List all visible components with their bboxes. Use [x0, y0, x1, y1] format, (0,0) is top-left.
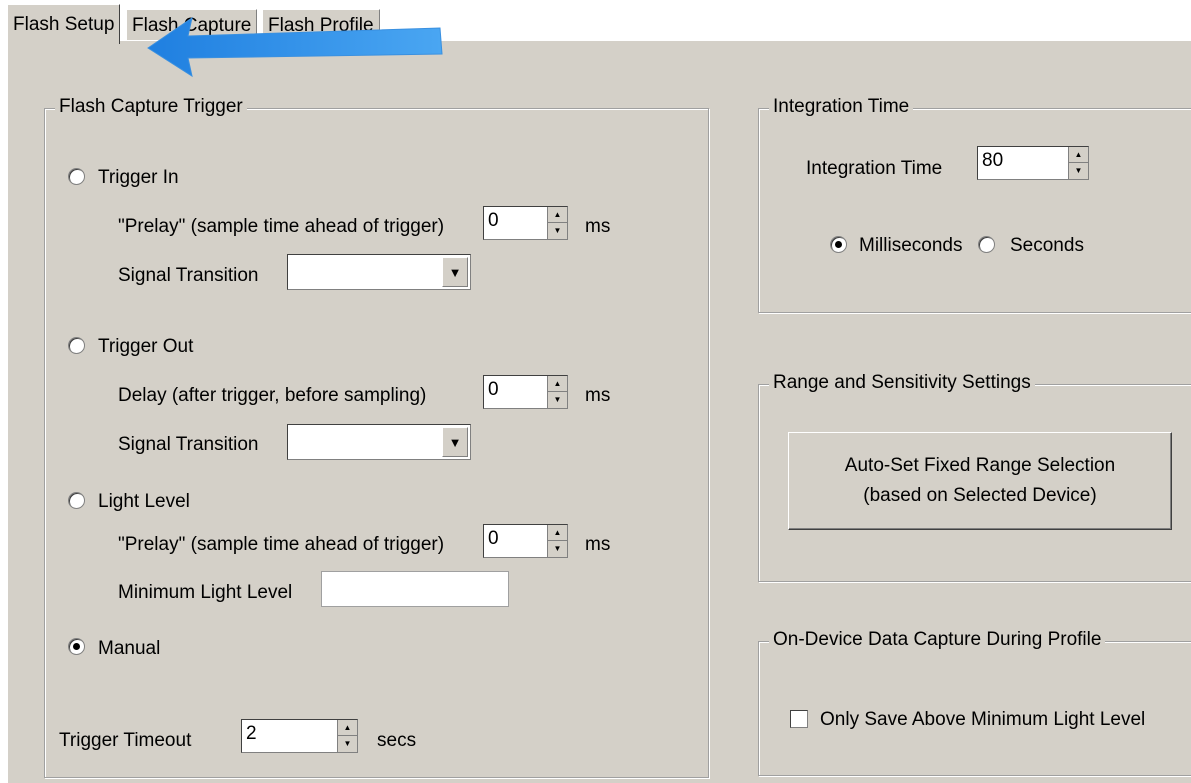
signal-transition-label: Signal Transition [118, 434, 259, 455]
dropdown-arrow-icon[interactable]: ▼ [442, 257, 468, 287]
spin-down-icon[interactable]: ▼ [548, 392, 567, 408]
trigger-out-label: Trigger Out [98, 336, 194, 357]
milliseconds-radio[interactable] [830, 236, 847, 253]
manual-label: Manual [98, 638, 161, 659]
auto-set-range-button[interactable]: Auto-Set Fixed Range Selection (based on… [788, 432, 1172, 530]
spinner-value: 0 [488, 528, 499, 549]
delay-label: Delay (after trigger, before sampling) [118, 385, 427, 406]
spin-up-icon[interactable]: ▲ [548, 525, 567, 541]
spinner-value: 0 [488, 379, 499, 400]
spin-down-icon[interactable]: ▼ [1069, 163, 1088, 179]
trigger-in-radio[interactable] [68, 168, 85, 185]
group-title: Flash Capture Trigger [55, 96, 247, 118]
light-level-label: Light Level [98, 491, 190, 512]
only-save-above-min-label: Only Save Above Minimum Light Level [820, 709, 1146, 730]
spin-up-icon[interactable]: ▲ [548, 376, 567, 392]
only-save-above-min-checkbox[interactable] [790, 710, 808, 728]
integration-time-spinner[interactable]: 80 ▲ ▼ [977, 146, 1089, 180]
seconds-label: Seconds [1010, 235, 1084, 256]
spin-up-icon[interactable]: ▲ [1069, 147, 1088, 163]
manual-radio[interactable] [68, 638, 85, 655]
dropdown-arrow-icon[interactable]: ▼ [442, 427, 468, 457]
prelay-unit: ms [585, 216, 611, 237]
prelay-label: "Prelay" (sample time ahead of trigger) [118, 534, 445, 555]
trigger-timeout-unit: secs [377, 730, 417, 751]
spin-down-icon[interactable]: ▼ [548, 223, 567, 239]
milliseconds-label: Milliseconds [859, 235, 963, 256]
spinner-value: 2 [246, 723, 257, 744]
spinner-value: 80 [982, 150, 1004, 171]
arrow-annotation-icon [147, 16, 443, 78]
button-line-2: (based on Selected Device) [863, 485, 1097, 506]
signal-transition-label: Signal Transition [118, 265, 259, 286]
minimum-light-level-input[interactable] [321, 571, 509, 607]
integration-time-label: Integration Time [806, 158, 943, 179]
spinner-value: 0 [488, 210, 499, 231]
spin-up-icon[interactable]: ▲ [548, 207, 567, 223]
trigger-in-prelay-spinner[interactable]: 0 ▲ ▼ [483, 206, 568, 240]
prelay-unit: ms [585, 534, 611, 555]
button-line-1: Auto-Set Fixed Range Selection [844, 455, 1116, 476]
group-title: On-Device Data Capture During Profile [769, 629, 1106, 651]
flash-capture-trigger-group: Flash Capture Trigger Trigger In "Prelay… [44, 96, 709, 778]
delay-unit: ms [585, 385, 611, 406]
trigger-out-delay-spinner[interactable]: 0 ▲ ▼ [483, 375, 568, 409]
trigger-in-signal-dropdown[interactable]: ▼ [287, 254, 471, 290]
tab-flash-setup[interactable]: Flash Setup [7, 4, 121, 44]
flash-setup-panel: Flash Capture Trigger Trigger In "Prelay… [7, 40, 1191, 783]
range-sensitivity-group: Range and Sensitivity Settings Auto-Set … [758, 372, 1191, 582]
trigger-in-label: Trigger In [98, 167, 179, 188]
spin-down-icon[interactable]: ▼ [548, 541, 567, 557]
light-level-radio[interactable] [68, 492, 85, 509]
trigger-timeout-label: Trigger Timeout [59, 730, 192, 751]
spin-down-icon[interactable]: ▼ [338, 736, 357, 752]
trigger-out-radio[interactable] [68, 337, 85, 354]
prelay-label: "Prelay" (sample time ahead of trigger) [118, 216, 445, 237]
trigger-timeout-spinner[interactable]: 2 ▲ ▼ [241, 719, 358, 753]
group-title: Integration Time [769, 96, 914, 118]
on-device-capture-group: On-Device Data Capture During Profile On… [758, 629, 1191, 776]
spin-up-icon[interactable]: ▲ [338, 720, 357, 736]
trigger-out-signal-dropdown[interactable]: ▼ [287, 424, 471, 460]
seconds-radio[interactable] [978, 236, 995, 253]
group-title: Range and Sensitivity Settings [769, 372, 1035, 394]
light-level-prelay-spinner[interactable]: 0 ▲ ▼ [483, 524, 568, 558]
minimum-light-level-label: Minimum Light Level [118, 582, 293, 603]
integration-time-group: Integration Time Integration Time 80 ▲ ▼ … [758, 96, 1191, 313]
